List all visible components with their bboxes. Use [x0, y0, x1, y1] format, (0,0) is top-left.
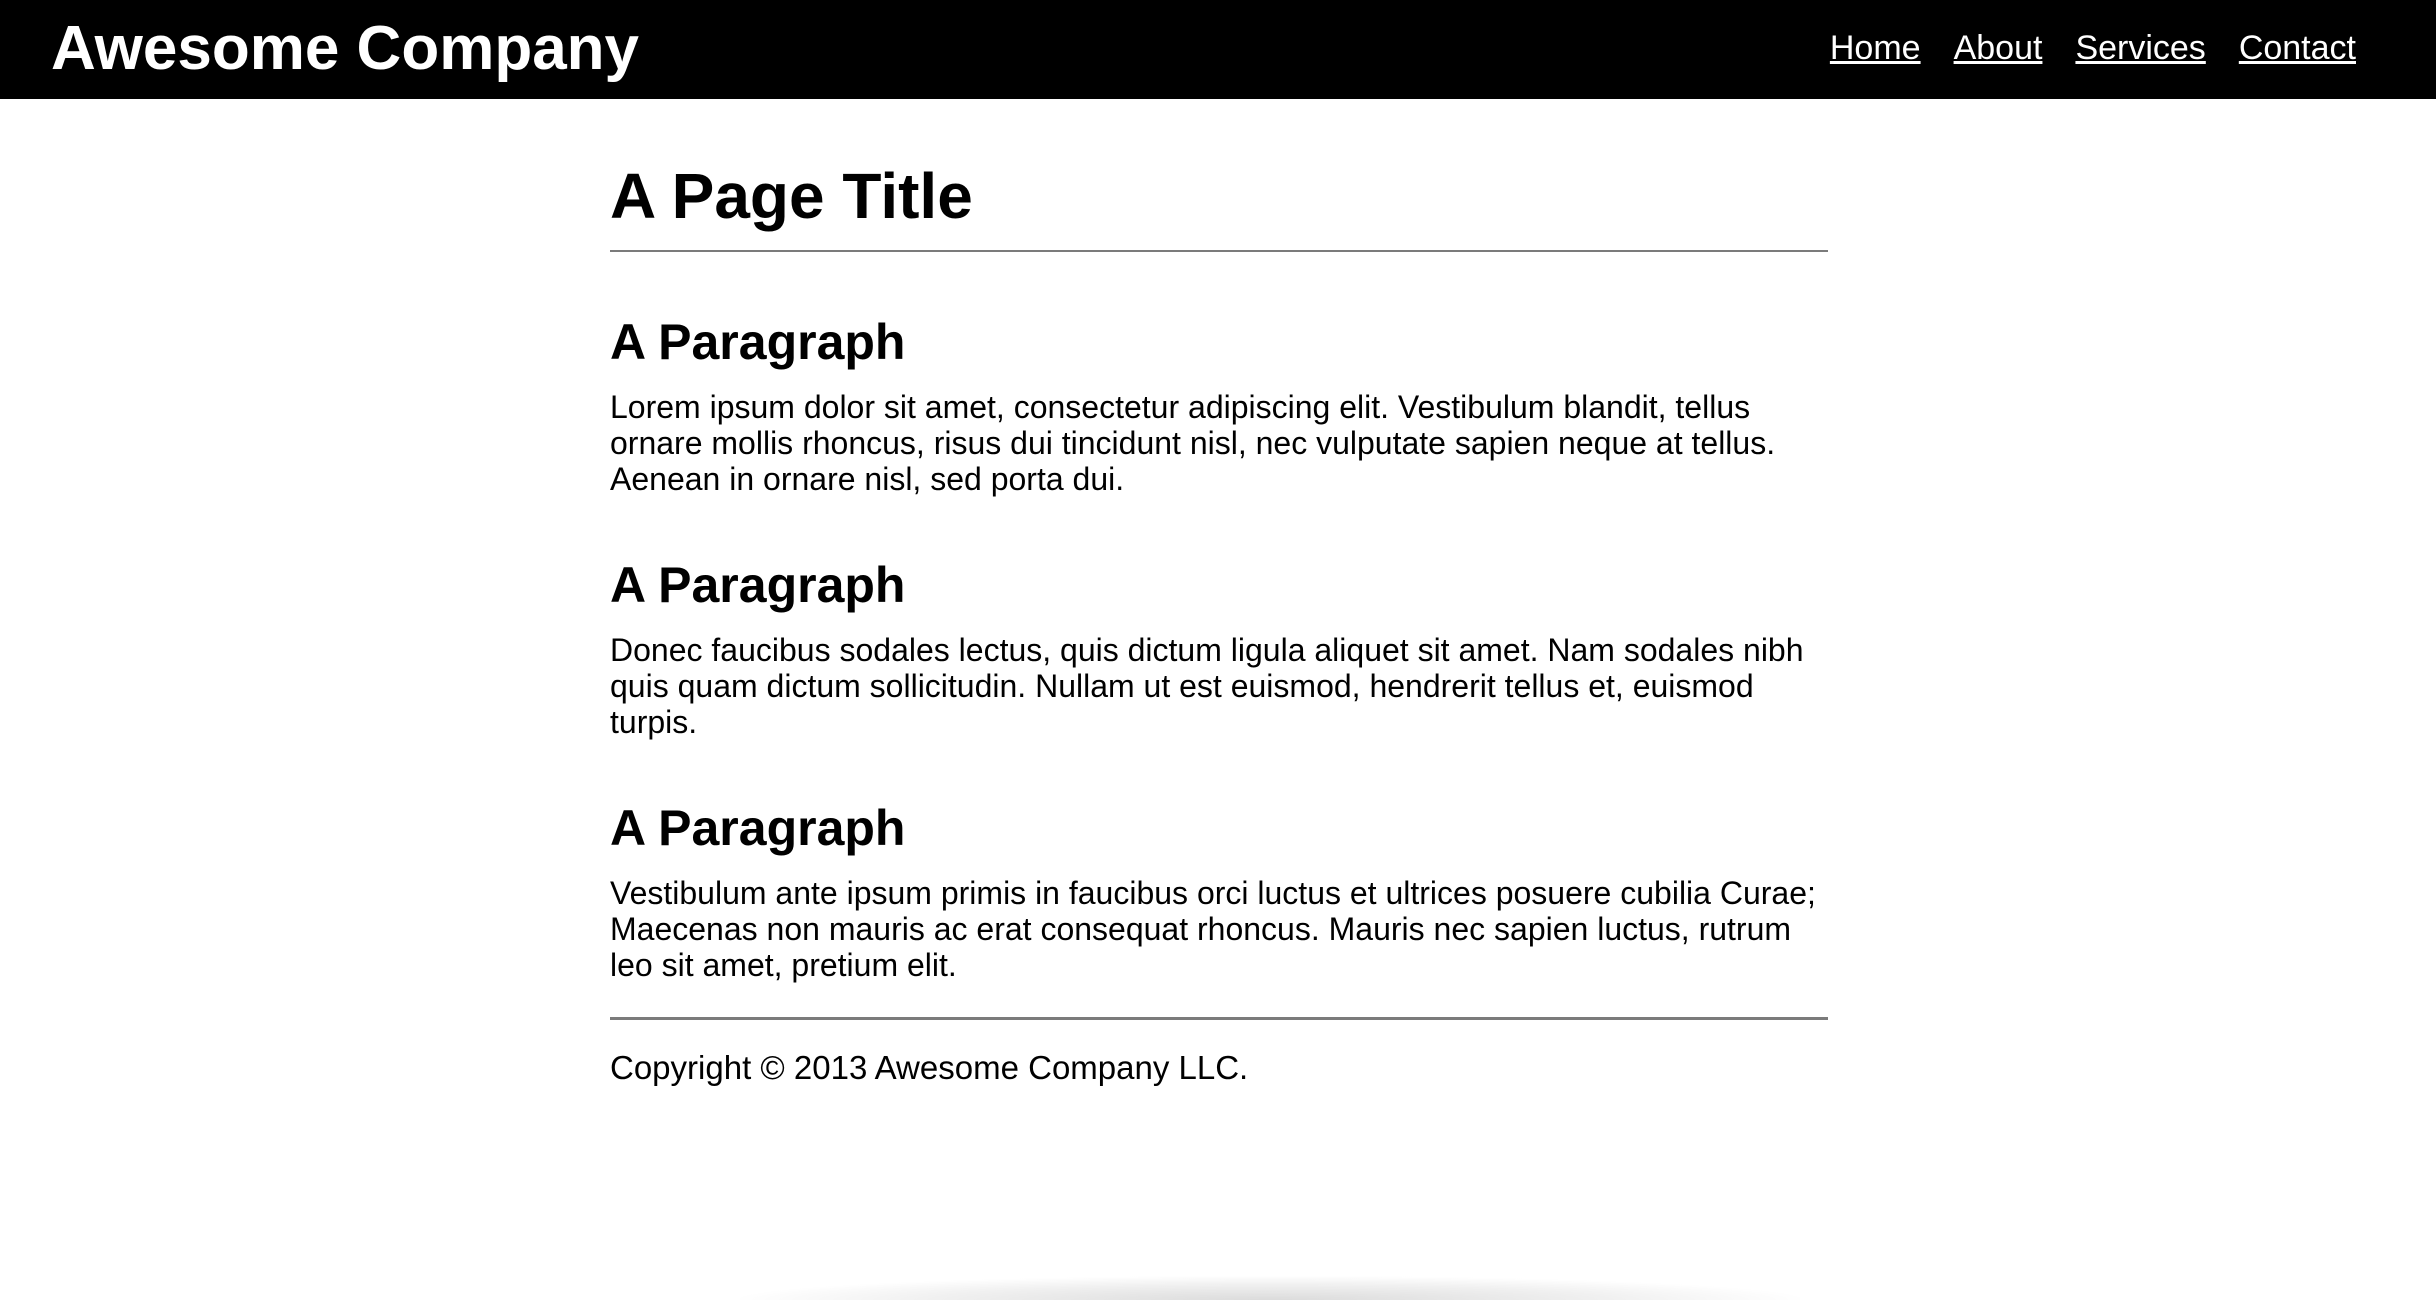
title-divider: [610, 250, 1828, 252]
section-paragraph: Vestibulum ante ipsum primis in faucibus…: [610, 875, 1816, 983]
content-section-3: A Paragraph Vestibulum ante ipsum primis…: [610, 799, 1828, 983]
main-navigation: Home About Services Contact: [1830, 28, 2356, 68]
site-logo[interactable]: Awesome Company: [51, 13, 639, 85]
page-title: A Page Title: [610, 160, 973, 232]
section-heading: A Paragraph: [610, 800, 906, 856]
copyright-text: Copyright © 2013 Awesome Company LLC.: [610, 1049, 1249, 1086]
content-section-1: A Paragraph Lorem ipsum dolor sit amet, …: [610, 313, 1828, 497]
section-heading: A Paragraph: [610, 557, 906, 613]
footer-divider: [610, 1017, 1828, 1020]
site-footer: Copyright © 2013 Awesome Company LLC.: [610, 1049, 1828, 1087]
content-section-2: A Paragraph Donec faucibus sodales lectu…: [610, 556, 1828, 740]
main-content: A Page Title A Paragraph Lorem ipsum dol…: [610, 99, 1828, 1087]
site-header: Awesome Company Home About Services Cont…: [0, 0, 2436, 99]
bottom-shadow: [740, 1276, 1800, 1300]
nav-link-about[interactable]: About: [1954, 28, 2043, 68]
section-paragraph: Donec faucibus sodales lectus, quis dict…: [610, 632, 1804, 740]
nav-link-services[interactable]: Services: [2075, 28, 2205, 68]
section-heading: A Paragraph: [610, 314, 906, 370]
nav-link-home[interactable]: Home: [1830, 28, 1921, 68]
nav-link-contact[interactable]: Contact: [2239, 28, 2356, 68]
section-paragraph: Lorem ipsum dolor sit amet, consectetur …: [610, 389, 1776, 497]
